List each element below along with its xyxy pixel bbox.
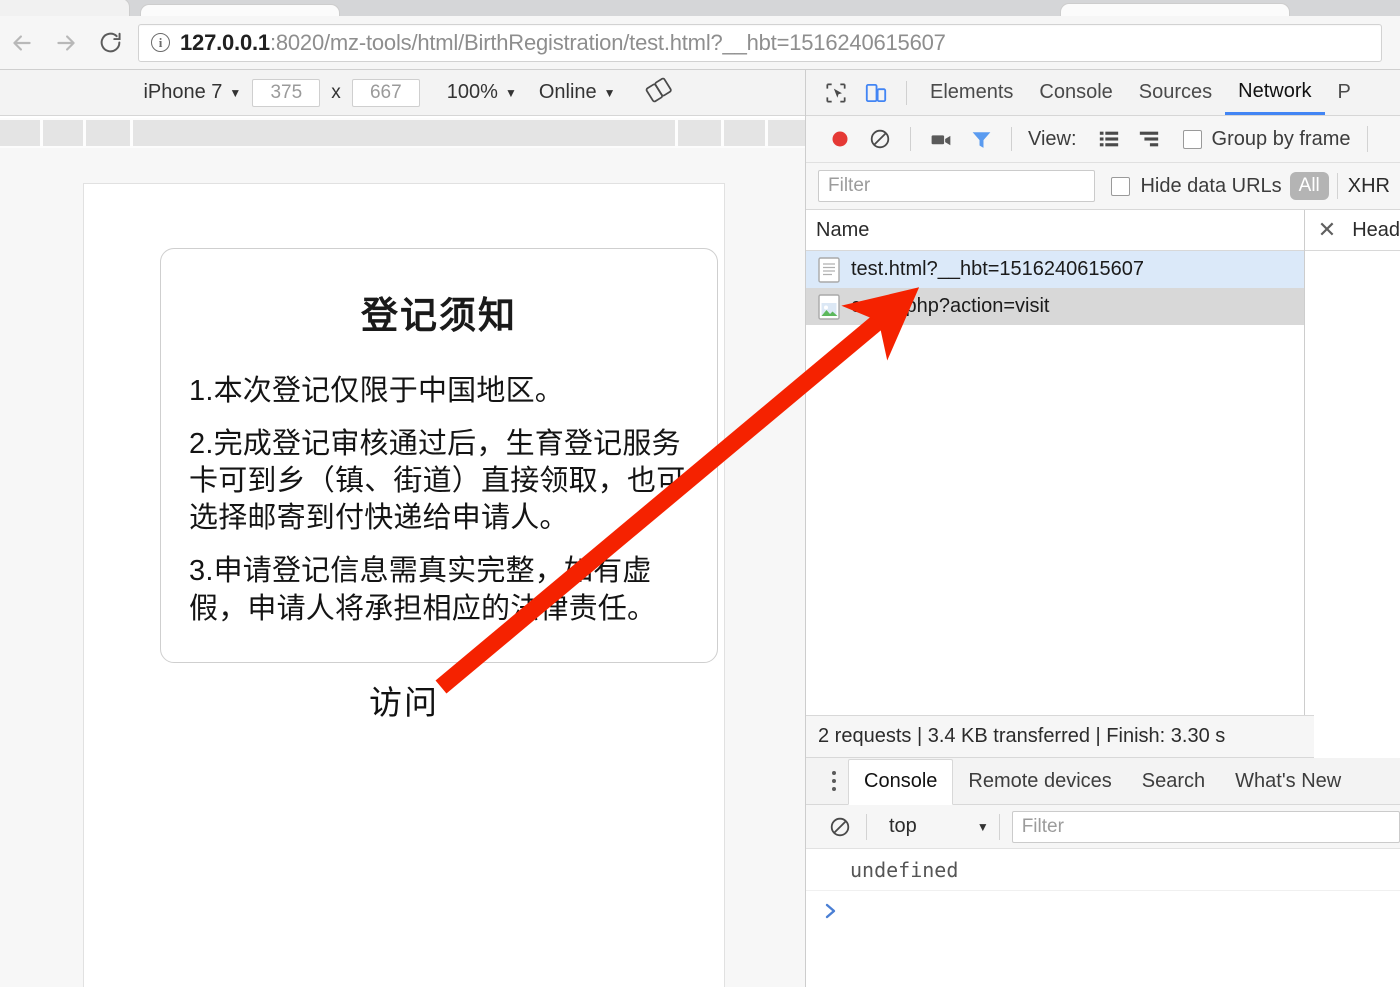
info-circle-icon[interactable]: i xyxy=(151,33,170,52)
viewport-height-input[interactable]: 667 xyxy=(352,79,420,107)
back-arrow-icon[interactable] xyxy=(0,21,44,65)
device-viewport[interactable]: 登记须知 1.本次登记仅限于中国地区。 2.完成登记审核通过后，生育登记服务卡可… xyxy=(83,183,725,987)
dimension-separator: x xyxy=(320,82,352,104)
toolbar-divider xyxy=(866,814,867,840)
filter-chip-xhr[interactable]: XHR xyxy=(1338,175,1400,198)
url-path: :8020/mz-tools/html/BirthRegistration/te… xyxy=(270,30,946,55)
waterfall-view-icon[interactable] xyxy=(1129,119,1169,159)
device-emulation-toolbar: iPhone 7 ▼ 375 x 667 100% ▼ Online ▼ xyxy=(0,70,805,116)
browser-tab-partial-1[interactable] xyxy=(0,0,130,16)
close-icon[interactable]: ✕ xyxy=(1318,219,1336,241)
zoom-selector[interactable]: 100% ▼ xyxy=(436,81,528,104)
view-label: View: xyxy=(1028,128,1077,151)
toolbar-divider xyxy=(906,81,907,105)
filter-chip-all[interactable]: All xyxy=(1290,172,1329,200)
network-request-list: Name test.html?__hbt=1516240615607 count… xyxy=(806,210,1305,715)
throttling-selector[interactable]: Online ▼ xyxy=(528,81,627,104)
request-name: test.html?__hbt=1516240615607 xyxy=(851,258,1144,281)
console-context-selector[interactable]: top ▼ xyxy=(873,815,999,838)
toolbar-divider xyxy=(1367,126,1368,152)
table-row[interactable]: test.html?__hbt=1516240615607 xyxy=(806,251,1304,288)
throttling-value: Online xyxy=(539,81,597,104)
device-name: iPhone 7 xyxy=(143,81,222,104)
rotate-device-icon[interactable] xyxy=(645,76,673,109)
tab-console[interactable]: Console xyxy=(1026,70,1125,115)
tab-performance[interactable]: P xyxy=(1325,70,1364,115)
network-filter-bar: Filter Hide data URLs All XHR xyxy=(806,163,1400,210)
visit-annotation-label: 访问 xyxy=(369,676,439,724)
chevron-down-icon: ▼ xyxy=(977,820,989,834)
console-input-prompt[interactable] xyxy=(806,891,1400,931)
network-toolbar: View: Group by frame xyxy=(806,116,1400,163)
group-by-frame-label: Group by frame xyxy=(1212,128,1351,151)
kebab-menu-icon[interactable] xyxy=(820,771,848,791)
list-view-icon[interactable] xyxy=(1089,119,1129,159)
tab-elements[interactable]: Elements xyxy=(917,70,1026,115)
toggle-device-toolbar-icon[interactable] xyxy=(856,73,896,113)
group-by-frame-checkbox[interactable] xyxy=(1183,130,1202,149)
zoom-value: 100% xyxy=(447,81,498,104)
drawer-tab-whats-new[interactable]: What's New xyxy=(1220,758,1356,804)
chevron-down-icon: ▼ xyxy=(505,86,517,100)
notice-card: 登记须知 1.本次登记仅限于中国地区。 2.完成登记审核通过后，生育登记服务卡可… xyxy=(160,248,718,663)
browser-navigation-bar: i 127.0.0.1:8020/mz-tools/html/BirthRegi… xyxy=(0,16,1400,70)
devtools-panel: Elements Console Sources Network P View: xyxy=(805,70,1400,987)
network-body: Name test.html?__hbt=1516240615607 count… xyxy=(806,210,1400,715)
record-circle-icon[interactable] xyxy=(820,119,860,159)
console-message: undefined xyxy=(806,849,1400,891)
tab-network[interactable]: Network xyxy=(1225,70,1324,115)
network-status-bar: 2 requests | 3.4 KB transferred | Finish… xyxy=(806,715,1314,758)
toolbar-divider xyxy=(1011,127,1012,151)
notice-item-2: 2.完成登记审核通过后，生育登记服务卡可到乡（镇、街道）直接领取，也可选择邮寄到… xyxy=(189,426,689,537)
table-row[interactable]: count.php?action=visit xyxy=(806,288,1304,325)
viewport-width-input[interactable]: 375 xyxy=(252,79,320,107)
clear-icon[interactable] xyxy=(860,119,900,159)
image-file-icon xyxy=(818,294,840,320)
detail-tab-headers[interactable]: Head xyxy=(1352,219,1400,242)
devtools-tab-bar: Elements Console Sources Network P xyxy=(806,70,1400,116)
network-detail-tabbar: ✕ Head xyxy=(1305,210,1400,251)
chevron-down-icon: ▼ xyxy=(604,86,616,100)
address-bar-url: 127.0.0.1:8020/mz-tools/html/BirthRegist… xyxy=(180,30,946,56)
network-detail-pane: ✕ Head xyxy=(1305,210,1400,715)
console-filter-input[interactable]: Filter xyxy=(1012,811,1400,843)
device-ruler xyxy=(0,120,805,146)
console-context-value: top xyxy=(889,815,917,838)
address-bar[interactable]: i 127.0.0.1:8020/mz-tools/html/BirthRegi… xyxy=(138,24,1382,62)
drawer-tab-search[interactable]: Search xyxy=(1127,758,1220,804)
toolbar-divider xyxy=(910,127,911,151)
request-name: count.php?action=visit xyxy=(851,295,1049,318)
browser-tab-strip xyxy=(0,0,1400,16)
reload-icon[interactable] xyxy=(88,21,132,65)
console-output: undefined xyxy=(806,849,1400,931)
tab-sources[interactable]: Sources xyxy=(1126,70,1225,115)
network-column-header-name[interactable]: Name xyxy=(806,210,1304,251)
drawer-tab-bar: Console Remote devices Search What's New xyxy=(806,758,1400,805)
clear-console-icon[interactable] xyxy=(820,807,860,847)
network-filter-input[interactable]: Filter xyxy=(818,170,1095,202)
emulated-page-area: 登记须知 1.本次登记仅限于中国地区。 2.完成登记审核通过后，生育登记服务卡可… xyxy=(0,148,805,987)
document-file-icon xyxy=(818,257,840,283)
url-host: 127.0.0.1 xyxy=(180,30,270,55)
screenshot-root: i 127.0.0.1:8020/mz-tools/html/BirthRegi… xyxy=(0,0,1400,987)
page-title: 登记须知 xyxy=(189,285,689,339)
camera-icon[interactable] xyxy=(921,119,961,159)
toolbar-divider xyxy=(999,814,1000,840)
notice-item-3: 3.申请登记信息需真实完整，如有虚假，申请人将承担相应的法律责任。 xyxy=(189,553,689,627)
hide-data-urls-label: Hide data URLs xyxy=(1140,175,1281,198)
drawer-tab-console[interactable]: Console xyxy=(848,759,953,805)
hide-data-urls-checkbox[interactable] xyxy=(1111,177,1130,196)
browser-tab-partial-3[interactable] xyxy=(1060,3,1290,16)
inspect-element-icon[interactable] xyxy=(816,73,856,113)
drawer-tab-remote-devices[interactable]: Remote devices xyxy=(953,758,1126,804)
device-ruler-strip xyxy=(0,118,805,148)
chevron-down-icon: ▼ xyxy=(229,86,241,100)
browser-tab-partial-2[interactable] xyxy=(140,4,340,16)
device-selector[interactable]: iPhone 7 ▼ xyxy=(132,81,252,104)
notice-item-1: 1.本次登记仅限于中国地区。 xyxy=(189,373,689,410)
forward-arrow-icon[interactable] xyxy=(44,21,88,65)
console-toolbar: top ▼ Filter xyxy=(806,805,1400,849)
funnel-filter-icon[interactable] xyxy=(961,119,1001,159)
